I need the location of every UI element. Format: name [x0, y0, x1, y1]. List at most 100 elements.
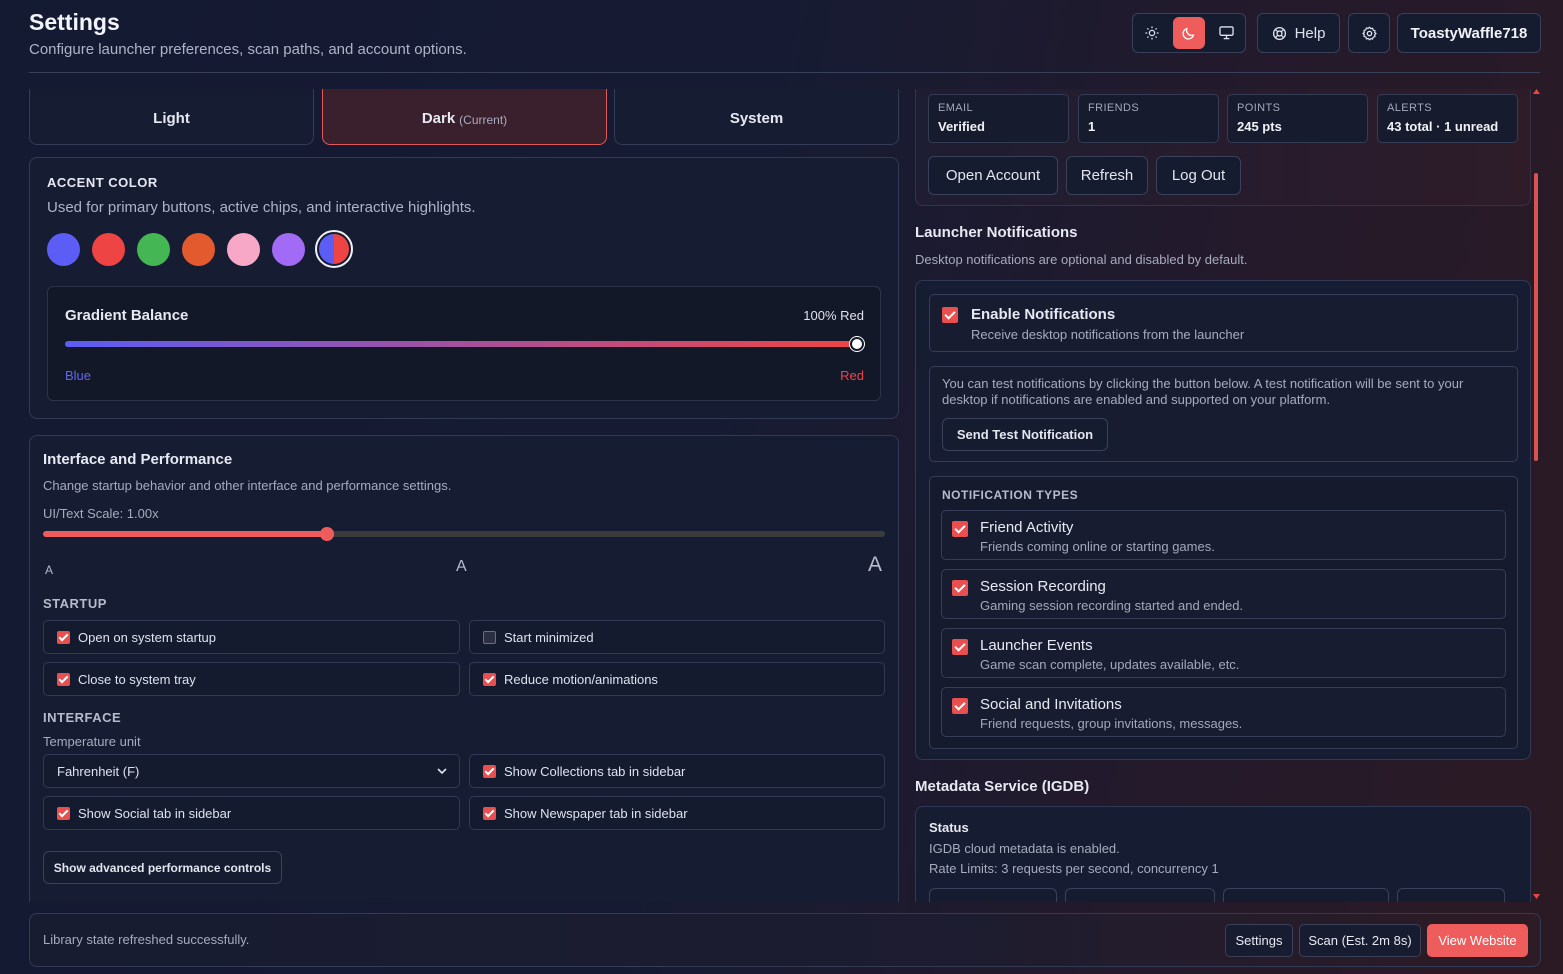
notification-type-social[interactable]: Social and Invitations Friend requests, g… [941, 687, 1506, 737]
scan-button[interactable]: Scan (Est. 2m 8s) [1299, 924, 1421, 957]
accent-heading: ACCENT COLOR [47, 175, 158, 190]
accent-swatch-purple[interactable] [272, 233, 305, 266]
session-recording-checkbox[interactable] [952, 580, 968, 596]
notification-type-launcher-events[interactable]: Launcher Events Game scan complete, updat… [941, 628, 1506, 678]
scrollbar-thumb[interactable] [1534, 173, 1538, 461]
gradient-balance-label: Gradient Balance [65, 307, 189, 324]
reduce-motion-checkbox[interactable] [483, 672, 496, 686]
accent-swatch-blue[interactable] [47, 233, 80, 266]
left-settings-column: Light Dark (Current) System ACCENT COLOR … [29, 89, 899, 902]
close-tray-checkbox[interactable] [57, 672, 70, 686]
view-website-button[interactable]: View Website [1427, 924, 1528, 957]
accent-swatch-gradient[interactable] [315, 230, 353, 268]
stat-points-key: POINTS [1237, 102, 1281, 114]
gradient-balance-thumb[interactable] [850, 337, 864, 351]
open-startup-label: Open on system startup [78, 629, 217, 645]
gradient-balance-slider[interactable] [65, 341, 857, 347]
reduce-motion-label: Reduce motion/animations [504, 671, 658, 687]
stat-alerts-key: ALERTS [1387, 102, 1432, 114]
metadata-status-text: IGDB cloud metadata is enabled. [929, 841, 1120, 856]
help-button[interactable]: Help [1257, 13, 1340, 53]
session-recording-desc: Gaming session recording started and end… [980, 598, 1244, 613]
accent-swatch-orange[interactable] [182, 233, 215, 266]
accent-swatch-red[interactable] [92, 233, 125, 266]
footer-settings-button[interactable]: Settings [1225, 924, 1293, 957]
send-test-notification-button[interactable]: Send Test Notification [942, 418, 1108, 451]
stat-points-value: 245 pts [1237, 119, 1282, 134]
close-tray-option[interactable]: Close to system tray [43, 662, 460, 696]
show-social-option[interactable]: Show Social tab in sidebar [43, 796, 460, 830]
notification-type-session-recording[interactable]: Session Recording Gaming session recordin… [941, 569, 1506, 619]
close-tray-label: Close to system tray [78, 671, 196, 687]
friend-activity-checkbox[interactable] [952, 521, 968, 537]
accent-swatch-green[interactable] [137, 233, 170, 266]
start-minimized-checkbox[interactable] [483, 630, 496, 644]
launcher-events-desc: Game scan complete, updates available, e… [980, 657, 1240, 672]
light-mode-button[interactable] [1136, 17, 1168, 49]
theme-system-label: System [729, 110, 784, 127]
footer-status-text: Library state refreshed successfully. [43, 932, 250, 947]
account-card: EMAIL Verified FRIENDS 1 POINTS 245 pts ALE… [915, 89, 1531, 206]
stat-email-value: Verified [938, 119, 985, 134]
moon-icon [1182, 27, 1195, 40]
gradient-swatch-fill [319, 234, 349, 264]
interface-title: Interface and Performance [43, 451, 233, 468]
show-collections-checkbox[interactable] [483, 764, 496, 778]
ui-scale-thumb[interactable] [320, 527, 334, 541]
ui-scale-slider[interactable] [43, 531, 885, 537]
metadata-action-button[interactable] [1223, 888, 1389, 902]
metadata-action-button[interactable] [929, 888, 1057, 902]
header-divider [29, 72, 1540, 73]
scale-small-glyph: A [45, 563, 54, 577]
notification-type-friend-activity[interactable]: Friend Activity Friends coming online or … [941, 510, 1506, 560]
theme-light-card[interactable]: Light [29, 89, 314, 145]
advanced-performance-button[interactable]: Show advanced performance controls [43, 851, 282, 884]
gradient-red-label: Red [840, 368, 864, 383]
settings-button[interactable] [1348, 13, 1390, 53]
show-newspaper-option[interactable]: Show Newspaper tab in sidebar [469, 796, 885, 830]
metadata-action-button[interactable] [1065, 888, 1215, 902]
show-newspaper-checkbox[interactable] [483, 806, 496, 820]
start-minimized-option[interactable]: Start minimized [469, 620, 885, 654]
scale-label: UI/Text Scale: 1.00x [43, 506, 159, 521]
open-startup-checkbox[interactable] [57, 630, 70, 644]
show-social-checkbox[interactable] [57, 806, 70, 820]
open-startup-option[interactable]: Open on system startup [43, 620, 460, 654]
metadata-action-button[interactable] [1397, 888, 1505, 902]
start-minimized-label: Start minimized [504, 629, 594, 645]
test-notification-text: You can test notifications by clicking t… [942, 376, 1464, 407]
metadata-rate-text: Rate Limits: 3 requests per second, conc… [929, 861, 1219, 876]
temperature-select[interactable]: Fahrenheit (F) [43, 754, 460, 788]
accent-swatch-pink[interactable] [227, 233, 260, 266]
dark-mode-button[interactable] [1173, 17, 1205, 49]
enable-notifications-checkbox[interactable] [942, 307, 958, 323]
user-account-button[interactable]: ToastyWaffle718 [1397, 13, 1541, 53]
reduce-motion-option[interactable]: Reduce motion/animations [469, 662, 885, 696]
launcher-events-title: Launcher Events [980, 637, 1093, 654]
social-invitations-checkbox[interactable] [952, 698, 968, 714]
chevron-down-icon [437, 767, 447, 774]
test-notification-panel: You can test notifications by clicking t… [929, 366, 1518, 462]
open-account-button[interactable]: Open Account [928, 156, 1058, 195]
startup-heading: STARTUP [43, 596, 107, 611]
temperature-label: Temperature unit [43, 734, 141, 749]
scale-medium-glyph: A [456, 558, 467, 575]
session-recording-title: Session Recording [980, 578, 1106, 595]
interface-performance-card: Interface and Performance Change startup… [29, 435, 899, 902]
page-title: Settings [29, 9, 120, 35]
enable-notifications-row[interactable]: Enable Notifications Receive desktop not… [929, 294, 1518, 352]
right-scrollbar[interactable] [1533, 89, 1540, 903]
refresh-button[interactable]: Refresh [1066, 156, 1148, 195]
sun-icon [1145, 26, 1159, 40]
enable-notifications-title: Enable Notifications [971, 306, 1116, 323]
log-out-button[interactable]: Log Out [1156, 156, 1241, 195]
friend-activity-desc: Friends coming online or starting games. [980, 539, 1215, 554]
interface-heading: INTERFACE [43, 710, 122, 725]
show-collections-option[interactable]: Show Collections tab in sidebar [469, 754, 885, 788]
theme-dark-card[interactable]: Dark (Current) [322, 89, 607, 145]
metadata-status-label: Status [929, 820, 969, 835]
launcher-events-checkbox[interactable] [952, 639, 968, 655]
theme-system-card[interactable]: System [614, 89, 899, 145]
system-mode-button[interactable] [1210, 17, 1242, 49]
stat-friends: FRIENDS 1 [1078, 94, 1219, 143]
